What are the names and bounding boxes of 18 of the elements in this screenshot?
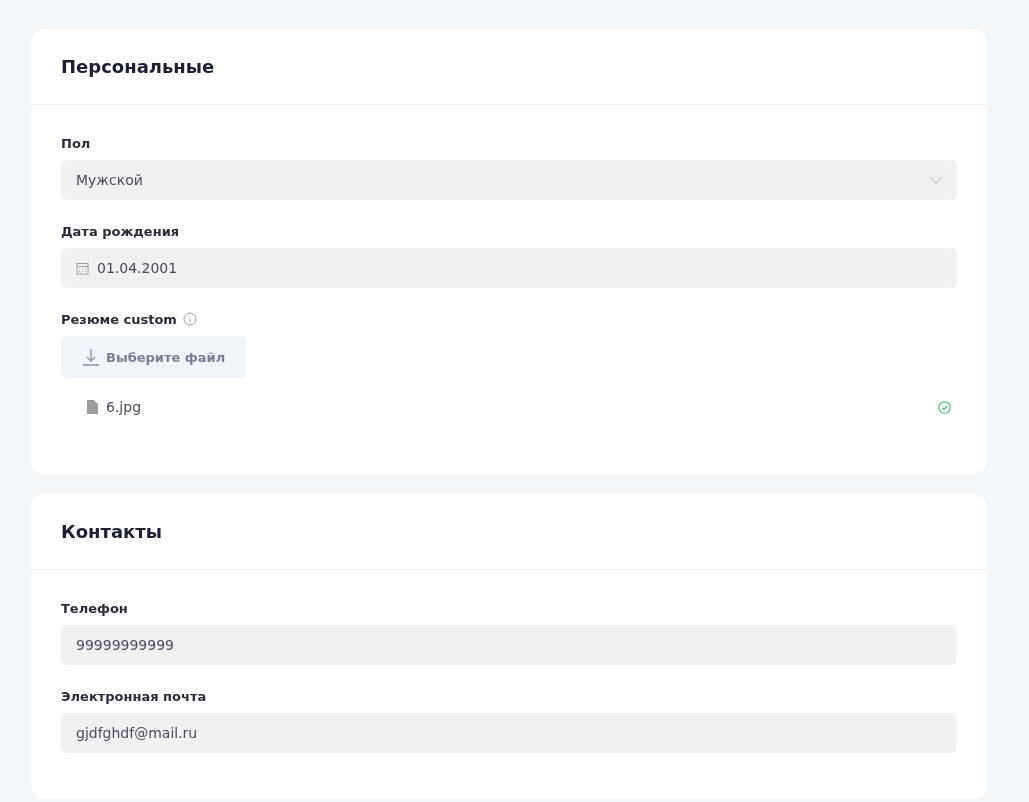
date-field[interactable]: 01.04.2001	[61, 248, 957, 288]
input-field[interactable]: gjdfghdf@mail.ru	[61, 713, 957, 753]
input-field[interactable]: 99999999999	[61, 625, 957, 665]
calendar-icon	[76, 261, 89, 275]
download-icon	[82, 348, 100, 366]
section-title: Персональные	[61, 56, 215, 77]
field-label: Дата рождения	[61, 223, 180, 239]
info-icon[interactable]	[182, 312, 197, 326]
field-label: Резюме custom	[61, 311, 177, 327]
file-name[interactable]: 6.jpg	[106, 399, 930, 415]
select-field[interactable]: Мужской	[61, 160, 957, 200]
chevron-down-icon	[930, 176, 942, 184]
field-label: Пол	[61, 135, 91, 151]
file-icon	[87, 400, 98, 414]
field-label: Электронная почта	[61, 688, 207, 704]
section-title: Контакты	[61, 521, 163, 542]
choose-file-button[interactable]: Выберите файл	[61, 336, 247, 378]
field-label: Телефон	[61, 600, 128, 616]
